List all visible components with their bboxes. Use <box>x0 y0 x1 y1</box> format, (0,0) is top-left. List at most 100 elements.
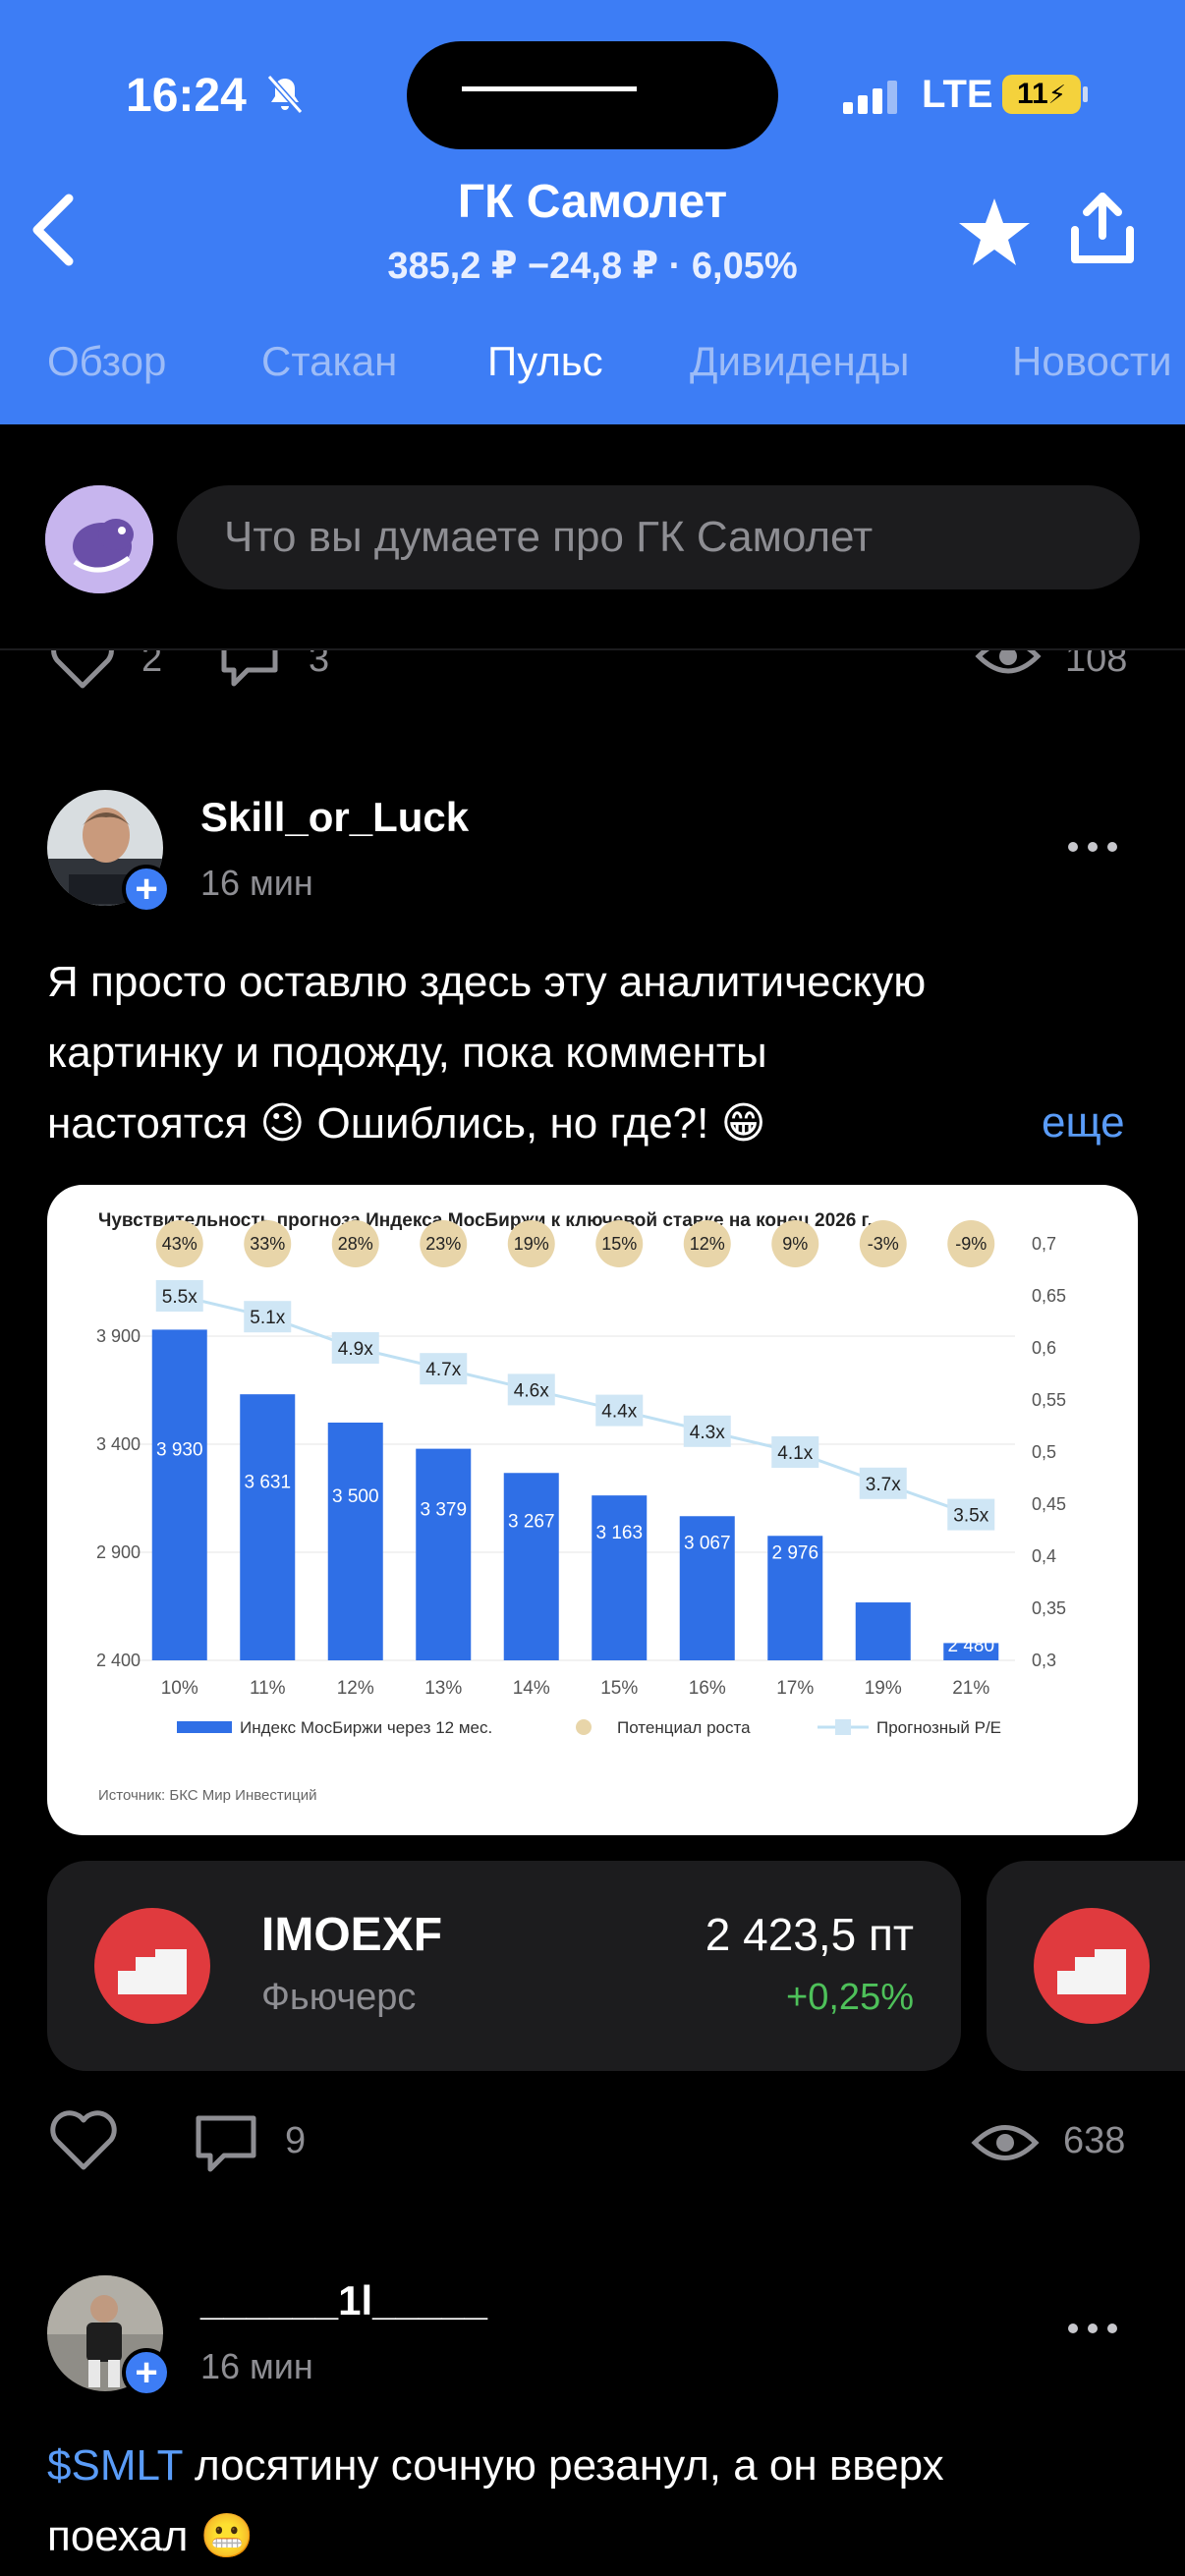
avatar[interactable] <box>45 485 153 593</box>
post-text-line: $SMLT лосятину сочную резанул, а он ввер… <box>47 2431 944 2501</box>
more-options-icon[interactable] <box>1063 837 1122 857</box>
bar-value-label: 3 930 <box>156 1440 203 1461</box>
legend-swatch <box>835 1719 851 1735</box>
post-text-line: поехал 😬 <box>47 2512 254 2560</box>
instrument-card[interactable] <box>987 1861 1185 2071</box>
y2-tick-label: 0,35 <box>1032 1598 1066 1618</box>
share-icon[interactable] <box>1069 193 1136 265</box>
potential-label: 28% <box>338 1234 373 1254</box>
potential-label: 9% <box>782 1234 808 1254</box>
heart-icon[interactable] <box>49 650 116 690</box>
follow-plus-button[interactable]: + <box>122 865 171 914</box>
chart-svg: Чувствительность прогноза Индекса МосБир… <box>96 1210 1066 1804</box>
eye-icon <box>971 2125 1040 2160</box>
y-tick-label: 3 900 <box>96 1326 141 1346</box>
author-name[interactable]: Skill_or_Luck <box>200 794 469 841</box>
ticker-link[interactable]: $SMLT <box>47 2441 183 2490</box>
legend-label: Прогнозный P/E <box>876 1718 1001 1737</box>
post-text-line: картинку и подожду, пока комменты <box>47 1029 767 1077</box>
tab-pulse[interactable]: Пульс <box>487 334 603 389</box>
potential-label: 33% <box>250 1234 285 1254</box>
legend-swatch <box>576 1719 592 1735</box>
bar-value-label: 3 067 <box>684 1534 731 1554</box>
potential-label: 15% <box>601 1234 637 1254</box>
battery-level: 11 <box>1017 78 1048 110</box>
y2-tick-label: 0,3 <box>1032 1651 1056 1670</box>
potential-label: -3% <box>868 1234 899 1254</box>
post-text-line: Я просто оставлю здесь эту аналитическую <box>47 958 927 1006</box>
post-composer-input[interactable]: Что вы думаете про ГК Самолет <box>177 485 1140 589</box>
potential-label: 12% <box>690 1234 725 1254</box>
dynamic-island <box>407 41 778 149</box>
legend-label: Индекс МосБиржи через 12 мес. <box>240 1718 492 1737</box>
view-count: 638 <box>1063 2120 1126 2161</box>
more-options-icon[interactable] <box>1063 2319 1122 2338</box>
y2-tick-label: 0,4 <box>1032 1546 1056 1566</box>
post-time: 16 мин <box>200 863 313 903</box>
previous-post-stats: 2 3 108 <box>0 650 1185 696</box>
post-text-fragment: лосятину сочную резанул, а он вверх <box>182 2441 944 2490</box>
chart-bar <box>240 1394 296 1660</box>
chart-source: Источник: БКС Мир Инвестиций <box>98 1787 316 1804</box>
chart-bar <box>327 1423 383 1660</box>
battery-icon: 11 ⚡ <box>1002 75 1081 114</box>
bell-off-icon <box>266 75 304 114</box>
post-image-chart[interactable]: Чувствительность прогноза Индекса МосБир… <box>47 1185 1138 1835</box>
bar-value-label: 3 500 <box>332 1486 379 1507</box>
bar-value-label: 3 267 <box>508 1512 555 1533</box>
expand-text-link[interactable]: еще <box>1042 1098 1125 1148</box>
pe-label: 4.1x <box>777 1443 813 1464</box>
instrument-price: 2 423,5 пт <box>705 1909 914 1960</box>
moex-logo-icon <box>1034 1908 1150 2024</box>
heart-icon[interactable] <box>47 2108 120 2173</box>
eye-icon <box>975 650 1042 674</box>
instrument-type: Фьючерс <box>261 1977 417 2018</box>
x-tick-label: 10% <box>161 1678 198 1699</box>
comment-icon[interactable] <box>218 650 281 688</box>
chart-bar <box>503 1473 559 1660</box>
comment-count: 9 <box>285 2120 307 2161</box>
network-type: LTE <box>922 73 993 116</box>
x-tick-label: 14% <box>513 1678 550 1699</box>
pe-label: 5.1x <box>250 1308 285 1328</box>
y-tick-label: 2 400 <box>96 1651 141 1670</box>
tab-news[interactable]: Новости <box>1012 334 1172 389</box>
y-tick-label: 2 900 <box>96 1542 141 1562</box>
x-tick-label: 16% <box>689 1678 726 1699</box>
chart-bar <box>416 1448 472 1660</box>
author-name[interactable]: ______1l_____ <box>200 2277 487 2324</box>
active-tab-indicator <box>462 86 637 91</box>
comment-icon[interactable] <box>193 2112 259 2175</box>
star-icon[interactable] <box>957 196 1032 267</box>
follow-plus-button[interactable]: + <box>122 2348 171 2397</box>
pe-label: 4.9x <box>338 1339 373 1360</box>
y2-tick-label: 0,5 <box>1032 1442 1056 1462</box>
x-tick-label: 11% <box>250 1678 286 1699</box>
like-count: 2 <box>141 650 163 680</box>
signal-icon <box>843 81 897 114</box>
potential-label: 19% <box>514 1234 549 1254</box>
battery-tip <box>1083 86 1088 102</box>
chart-title: Чувствительность прогноза Индекса МосБир… <box>98 1210 873 1231</box>
legend-label: Потенциал роста <box>617 1718 751 1737</box>
potential-label: -9% <box>955 1234 987 1254</box>
view-count: 108 <box>1065 650 1128 680</box>
pe-label: 3.7x <box>866 1475 901 1495</box>
header-bar: 16:24 LTE 11 ⚡ ГК Самолет 385,2 ₽ −24,8 ₽… <box>0 0 1185 424</box>
y-tick-label: 3 400 <box>96 1434 141 1454</box>
bar-value-label: 2 668 <box>860 1577 907 1597</box>
instrument-card[interactable]: IMOEXF Фьючерс 2 423,5 пт +0,25% <box>47 1861 961 2071</box>
post-time: 16 мин <box>200 2346 313 2386</box>
tab-orderbook[interactable]: Стакан <box>261 334 397 389</box>
tab-overview[interactable]: Обзор <box>47 334 166 389</box>
instrument-ticker: IMOEXF <box>261 1909 443 1961</box>
comment-count: 3 <box>309 650 330 680</box>
y2-tick-label: 0,45 <box>1032 1494 1066 1514</box>
y2-tick-label: 0,6 <box>1032 1338 1056 1358</box>
tab-dividends[interactable]: Дивиденды <box>690 334 909 389</box>
pe-line <box>179 1294 972 1517</box>
bar-value-label: 2 480 <box>947 1636 994 1656</box>
moex-logo-icon <box>94 1908 210 2024</box>
bar-value-label: 3 631 <box>244 1473 291 1493</box>
bar-value-label: 3 379 <box>420 1499 467 1520</box>
